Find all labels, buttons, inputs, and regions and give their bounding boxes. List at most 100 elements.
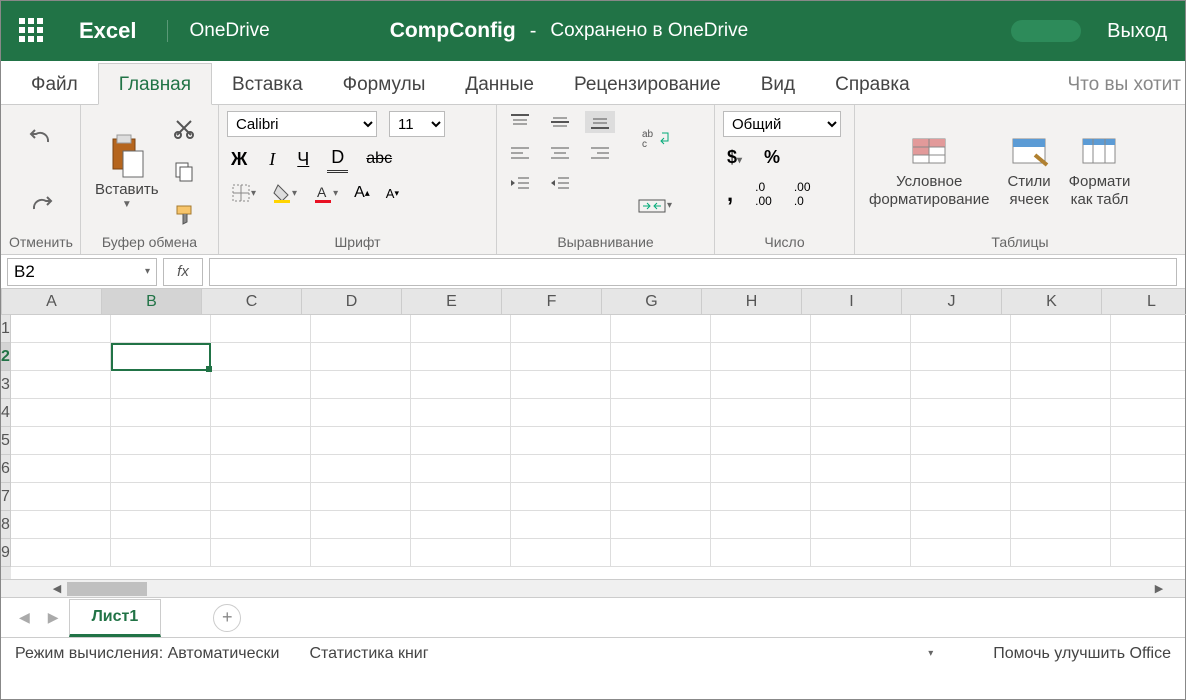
cell[interactable] — [211, 511, 311, 539]
document-title[interactable]: CompConfig — [390, 19, 516, 43]
cell[interactable] — [1011, 399, 1111, 427]
cell[interactable] — [611, 455, 711, 483]
cell[interactable] — [911, 371, 1011, 399]
scroll-left-icon[interactable]: ◀ — [49, 582, 65, 595]
column-header[interactable]: F — [502, 289, 602, 315]
cell[interactable] — [711, 539, 811, 567]
cell[interactable] — [611, 427, 711, 455]
column-header[interactable]: H — [702, 289, 802, 315]
chevron-down-icon[interactable]: ▾ — [928, 648, 933, 659]
cell[interactable] — [11, 483, 111, 511]
cell[interactable] — [911, 483, 1011, 511]
cell[interactable] — [1011, 455, 1111, 483]
cell[interactable] — [11, 399, 111, 427]
cell[interactable] — [111, 455, 211, 483]
cell[interactable] — [911, 511, 1011, 539]
cell[interactable] — [311, 455, 411, 483]
cell[interactable] — [411, 371, 511, 399]
tell-me-search[interactable]: Что вы хотит — [1048, 64, 1185, 104]
cell[interactable] — [411, 315, 511, 343]
cell[interactable] — [811, 427, 911, 455]
name-box[interactable]: B2▾ — [7, 258, 157, 286]
row-header[interactable]: 8 — [1, 511, 11, 539]
cell[interactable] — [211, 399, 311, 427]
cell[interactable] — [811, 343, 911, 371]
currency-button[interactable]: $▾ — [723, 145, 746, 170]
increase-indent-button[interactable] — [545, 173, 575, 193]
cell[interactable] — [811, 511, 911, 539]
row-header[interactable]: 1 — [1, 315, 11, 343]
bold-button[interactable]: Ж — [227, 147, 251, 172]
format-painter-button[interactable] — [169, 202, 199, 228]
cell[interactable] — [311, 427, 411, 455]
conditional-formatting-button[interactable]: Условное форматирование — [863, 111, 995, 232]
fill-color-button[interactable]: ▾ — [268, 181, 301, 205]
cell-styles-button[interactable]: Стили ячеек — [1001, 111, 1056, 232]
cell[interactable] — [311, 511, 411, 539]
cell[interactable] — [11, 455, 111, 483]
font-name-select[interactable]: Calibri — [227, 111, 377, 137]
cut-button[interactable] — [169, 115, 199, 141]
cell[interactable] — [511, 371, 611, 399]
align-center-button[interactable] — [545, 143, 575, 163]
merge-cells-button[interactable]: ▾ — [633, 194, 676, 218]
cell[interactable] — [511, 455, 611, 483]
strikethrough-button[interactable]: abc — [362, 148, 396, 170]
increase-font-button[interactable]: A▴ — [350, 182, 374, 204]
cell[interactable] — [1011, 511, 1111, 539]
tab-review[interactable]: Рецензирование — [554, 64, 741, 104]
column-header[interactable]: G — [602, 289, 702, 315]
cell[interactable] — [11, 371, 111, 399]
copy-button[interactable] — [169, 158, 199, 184]
column-header[interactable]: D — [302, 289, 402, 315]
cell[interactable] — [1111, 427, 1185, 455]
cell[interactable] — [211, 455, 311, 483]
cell[interactable] — [511, 539, 611, 567]
tab-insert[interactable]: Вставка — [212, 64, 323, 104]
cell[interactable] — [311, 539, 411, 567]
cell[interactable] — [811, 371, 911, 399]
cell[interactable] — [211, 343, 311, 371]
decrease-font-button[interactable]: A▾ — [382, 184, 403, 203]
cell[interactable] — [1011, 371, 1111, 399]
cell[interactable] — [11, 511, 111, 539]
scroll-thumb[interactable] — [67, 582, 147, 596]
cell[interactable] — [1111, 539, 1185, 567]
cell[interactable] — [1111, 343, 1185, 371]
cell[interactable] — [811, 539, 911, 567]
cell[interactable] — [111, 343, 211, 371]
cell[interactable] — [711, 483, 811, 511]
cell[interactable] — [911, 399, 1011, 427]
cell[interactable] — [911, 455, 1011, 483]
cell[interactable] — [1111, 483, 1185, 511]
cell[interactable] — [611, 539, 711, 567]
italic-button[interactable]: I — [265, 147, 279, 172]
cell[interactable] — [511, 511, 611, 539]
cell[interactable] — [811, 483, 911, 511]
cell[interactable] — [411, 399, 511, 427]
cell[interactable] — [411, 427, 511, 455]
add-sheet-button[interactable]: + — [213, 604, 241, 632]
cell[interactable] — [611, 343, 711, 371]
tab-view[interactable]: Вид — [741, 64, 815, 104]
cell[interactable] — [811, 455, 911, 483]
font-size-select[interactable]: 11 — [389, 111, 445, 137]
cell[interactable] — [11, 539, 111, 567]
cell[interactable] — [411, 539, 511, 567]
column-header[interactable]: E — [402, 289, 502, 315]
scroll-right-icon[interactable]: ▶ — [1151, 582, 1167, 595]
align-top-button[interactable] — [505, 111, 535, 133]
exit-button[interactable]: Выход — [1107, 20, 1167, 43]
cell[interactable] — [1011, 539, 1111, 567]
column-header[interactable]: J — [902, 289, 1002, 315]
cell[interactable] — [311, 371, 411, 399]
horizontal-scrollbar[interactable]: ◀ ▶ — [1, 579, 1185, 597]
cell[interactable] — [611, 511, 711, 539]
cell[interactable] — [311, 483, 411, 511]
tab-formulas[interactable]: Формулы — [323, 64, 446, 104]
cell[interactable] — [11, 343, 111, 371]
cell[interactable] — [111, 315, 211, 343]
calc-mode-status[interactable]: Режим вычисления: Автоматически — [15, 645, 279, 663]
row-header[interactable]: 5 — [1, 427, 11, 455]
cell[interactable] — [1011, 315, 1111, 343]
